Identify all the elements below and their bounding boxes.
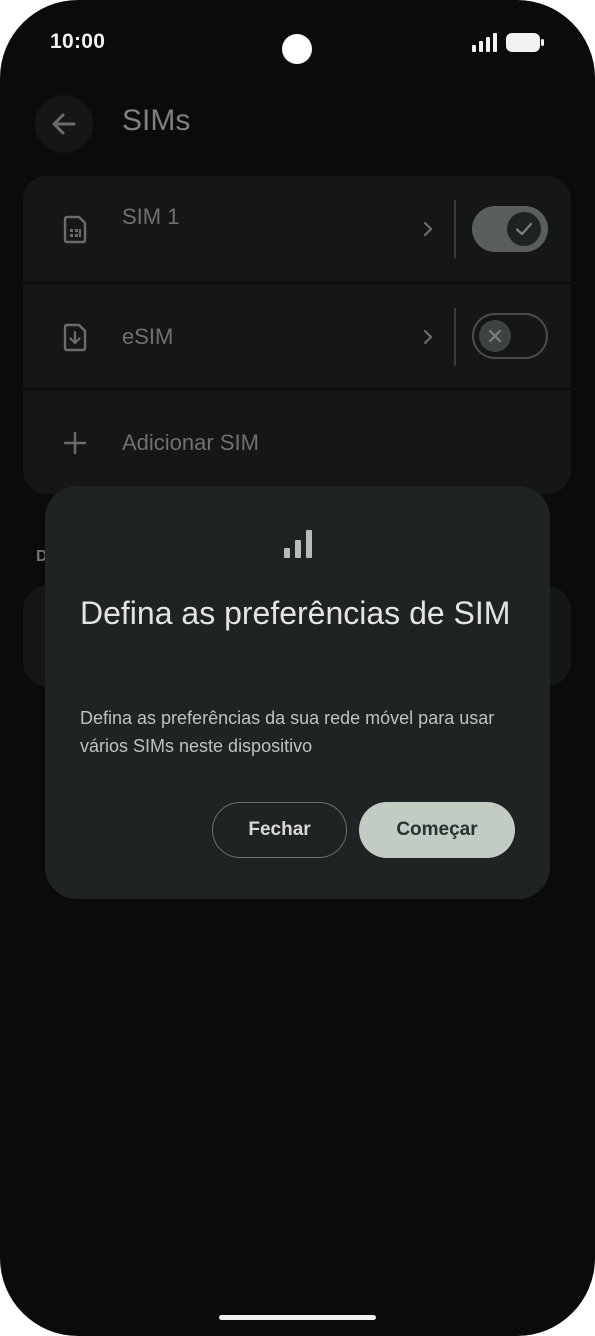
esim-toggle[interactable]: [472, 313, 548, 359]
sim-row-label: SIM 1: [122, 204, 180, 229]
back-button[interactable]: [35, 95, 93, 153]
status-time: 10:00: [50, 30, 106, 53]
sim-card-icon: [63, 215, 87, 244]
home-indicator[interactable]: [219, 1315, 376, 1320]
start-button[interactable]: Começar: [359, 802, 515, 858]
sim1-toggle[interactable]: [472, 206, 548, 252]
toggle-knob: [507, 212, 541, 246]
add-sim-label: Adicionar SIM: [122, 430, 259, 455]
camera-cutout: [282, 34, 312, 64]
phone-screen: 10:00 SIMs SIM 1 eSIM Adicionar SIM D De…: [0, 0, 595, 1336]
add-sim-row[interactable]: Adicionar SIM: [23, 390, 571, 494]
check-icon: [515, 222, 533, 236]
plus-icon: [63, 431, 87, 455]
sim-row-sim1[interactable]: SIM 1: [23, 176, 571, 282]
signal-icon: [472, 33, 497, 52]
esim-icon: [63, 323, 87, 352]
chevron-right-icon[interactable]: [421, 220, 435, 238]
close-button[interactable]: Fechar: [212, 802, 347, 858]
close-icon: [488, 329, 502, 343]
battery-icon: [506, 33, 544, 52]
toggle-knob: [479, 320, 511, 352]
sim-list: SIM 1 eSIM Adicionar SIM: [23, 176, 571, 494]
chevron-right-icon[interactable]: [421, 328, 435, 346]
row-separator: [454, 308, 456, 366]
row-separator: [454, 200, 456, 258]
dialog-title: Defina as preferências de SIM: [80, 595, 511, 631]
signal-bars-icon: [284, 530, 312, 558]
sim-preferences-dialog: Defina as preferências de SIM Defina as …: [45, 486, 550, 899]
arrow-back-icon: [52, 113, 76, 135]
status-icons: [472, 33, 544, 52]
page-title: SIMs: [122, 104, 191, 137]
dialog-body: Defina as preferências da sua rede móvel…: [80, 708, 495, 756]
sim-row-esim[interactable]: eSIM: [23, 284, 571, 388]
sim-row-label: eSIM: [122, 324, 174, 349]
